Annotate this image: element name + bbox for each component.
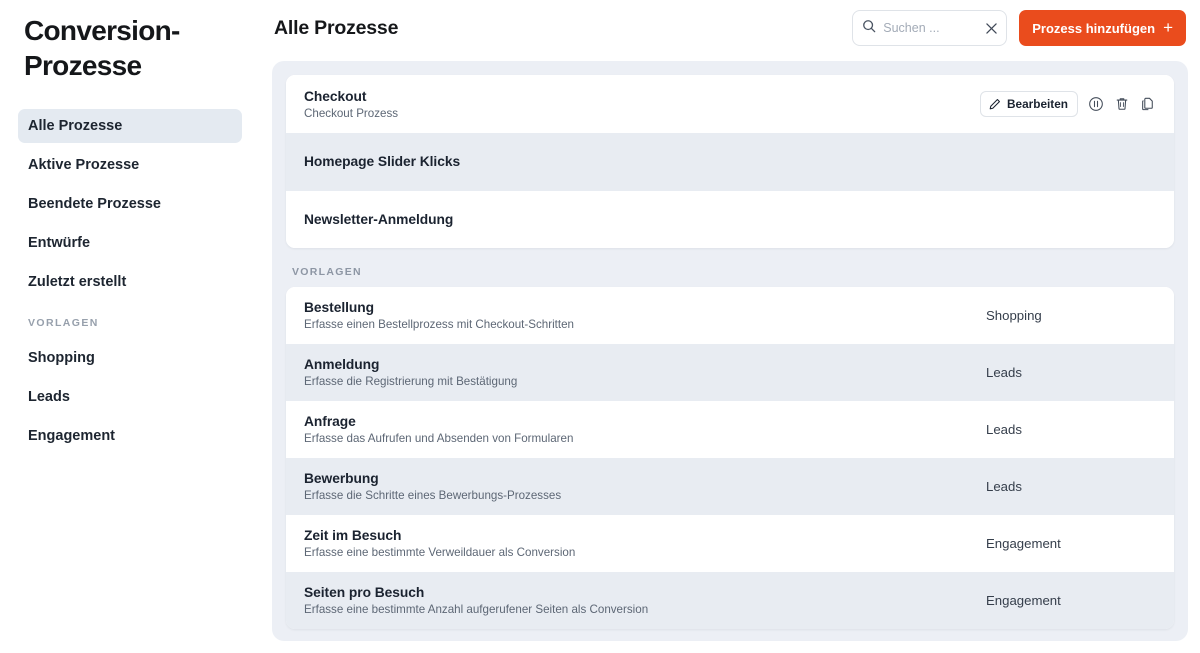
templates-card: Bestellung Erfasse einen Bestellprozess m…	[286, 287, 1174, 629]
sidebar-item-4[interactable]: Zuletzt erstellt	[18, 265, 242, 299]
template-category: Engagement	[986, 593, 1061, 608]
template-row-text: Bewerbung Erfasse die Schritte eines Bewe…	[304, 471, 561, 502]
template-subtitle: Erfasse das Aufrufen und Absenden von Fo…	[304, 432, 574, 445]
template-row-text: Seiten pro Besuch Erfasse eine bestimmte …	[304, 585, 648, 616]
pause-circle-icon[interactable]	[1088, 96, 1104, 112]
topbar: Alle Prozesse Suchen ... Prozess hinzufü…	[260, 0, 1200, 56]
template-row-text: Anfrage Erfasse das Aufrufen und Absenden…	[304, 414, 573, 445]
plus-icon: +	[1163, 18, 1173, 37]
sidebar-section-label-vorlagen: VORLAGEN	[28, 317, 99, 330]
template-row-text: Zeit im Besuch Erfasse eine bestimmte Ver…	[304, 528, 575, 559]
template-row[interactable]: Bestellung Erfasse einen Bestellprozess m…	[286, 287, 1174, 344]
template-category: Engagement	[986, 536, 1061, 551]
search-clear-icon[interactable]	[986, 22, 997, 34]
topbar-actions: Prozess hinzufügen +	[852, 10, 1186, 46]
process-row-text: Newsletter-Anmeldung	[304, 212, 453, 227]
sidebar-section-nav: Shopping Leads Engagement	[18, 341, 242, 453]
search-box[interactable]	[852, 10, 1008, 46]
sidebar-item-1[interactable]: Aktive Prozesse	[18, 148, 242, 182]
template-row[interactable]: Zeit im Besuch Erfasse eine bestimmte Ver…	[286, 515, 1174, 572]
templates-section-label: VORLAGEN	[292, 266, 362, 278]
edit-button-label: Bearbeiten	[1007, 97, 1068, 111]
process-row-text: Checkout Checkout Prozess	[304, 89, 398, 120]
trash-icon[interactable]	[1114, 96, 1130, 112]
edit-button[interactable]: Bearbeiten	[980, 91, 1078, 117]
add-process-button-label: Prozess hinzufügen	[1032, 20, 1156, 36]
process-subtitle: Checkout Prozess	[304, 106, 399, 120]
sidebar-item-2[interactable]: Beendete Prozesse	[18, 187, 242, 221]
template-title: Bestellung	[304, 300, 375, 315]
page-title: Alle Prozesse	[274, 16, 399, 39]
pencil-icon	[988, 98, 1001, 111]
process-row-actions: Bearbeiten	[980, 91, 1156, 117]
sidebar-section-item-1[interactable]: Leads	[18, 380, 242, 414]
template-row[interactable]: Anfrage Erfasse das Aufrufen und Absenden…	[286, 401, 1174, 458]
sidebar-nav: Alle Prozesse Aktive Prozesse Beendete Pro…	[18, 109, 242, 299]
process-row[interactable]: Homepage Slider Klicks	[286, 133, 1174, 191]
template-row-text: Anmeldung Erfasse die Registrierung mit B…	[304, 357, 517, 388]
template-title: Anmeldung	[304, 357, 380, 372]
process-title: Newsletter-Anmeldung	[304, 211, 454, 227]
process-title: Homepage Slider Klicks	[304, 154, 461, 170]
search-icon	[862, 19, 876, 38]
template-subtitle: Erfasse die Schritte eines Bewerbungs-Pr…	[304, 489, 562, 502]
template-subtitle: Erfasse eine bestimmte Verweildauer als …	[304, 546, 576, 559]
template-title: Seiten pro Besuch	[304, 585, 425, 600]
process-row[interactable]: Checkout Checkout Prozess Bearbeiten	[286, 75, 1174, 133]
app-root: Conversion- Prozesse Alle Prozesse Aktive…	[0, 0, 1200, 653]
add-process-button[interactable]: Prozess hinzufügen +	[1019, 10, 1186, 46]
sidebar-item-3[interactable]: Entwürfe	[18, 226, 242, 260]
main-area: Alle Prozesse Suchen ... Prozess hinzufü…	[260, 0, 1200, 653]
app-title: Conversion- Prozesse	[24, 15, 180, 81]
template-title: Bewerbung	[304, 471, 379, 486]
sidebar: Conversion- Prozesse Alle Prozesse Aktive…	[0, 0, 260, 653]
template-category: Shopping	[986, 308, 1042, 323]
process-row[interactable]: Newsletter-Anmeldung	[286, 190, 1174, 248]
copy-icon[interactable]	[1140, 96, 1156, 112]
search-input[interactable]	[883, 21, 980, 35]
template-title: Anfrage	[304, 414, 356, 429]
process-row-text: Homepage Slider Klicks	[304, 154, 460, 169]
template-category: Leads	[986, 422, 1022, 437]
template-row-text: Bestellung Erfasse einen Bestellprozess m…	[304, 300, 574, 331]
sidebar-section-item-2[interactable]: Engagement	[18, 419, 242, 453]
sidebar-section-item-0[interactable]: Shopping	[18, 341, 242, 375]
template-category: Leads	[986, 479, 1022, 494]
template-row[interactable]: Anmeldung Erfasse die Registrierung mit B…	[286, 344, 1174, 401]
process-title: Checkout	[304, 88, 367, 104]
template-row[interactable]: Bewerbung Erfasse die Schritte eines Bewe…	[286, 458, 1174, 515]
processes-card: Checkout Checkout Prozess Bearbeiten Homepa…	[286, 75, 1174, 248]
template-subtitle: Erfasse eine bestimmte Anzahl aufgerufen…	[304, 603, 649, 616]
template-subtitle: Erfasse die Registrierung mit Bestätigun…	[304, 375, 518, 388]
template-title: Zeit im Besuch	[304, 528, 402, 543]
sidebar-item-0[interactable]: Alle Prozesse	[18, 109, 242, 144]
template-row[interactable]: Seiten pro Besuch Erfasse eine bestimmte …	[286, 572, 1174, 629]
template-category: Leads	[986, 365, 1022, 380]
template-subtitle: Erfasse einen Bestellprozess mit Checkou…	[304, 318, 574, 331]
content-panel: Checkout Checkout Prozess Bearbeiten Homepa…	[272, 61, 1188, 641]
